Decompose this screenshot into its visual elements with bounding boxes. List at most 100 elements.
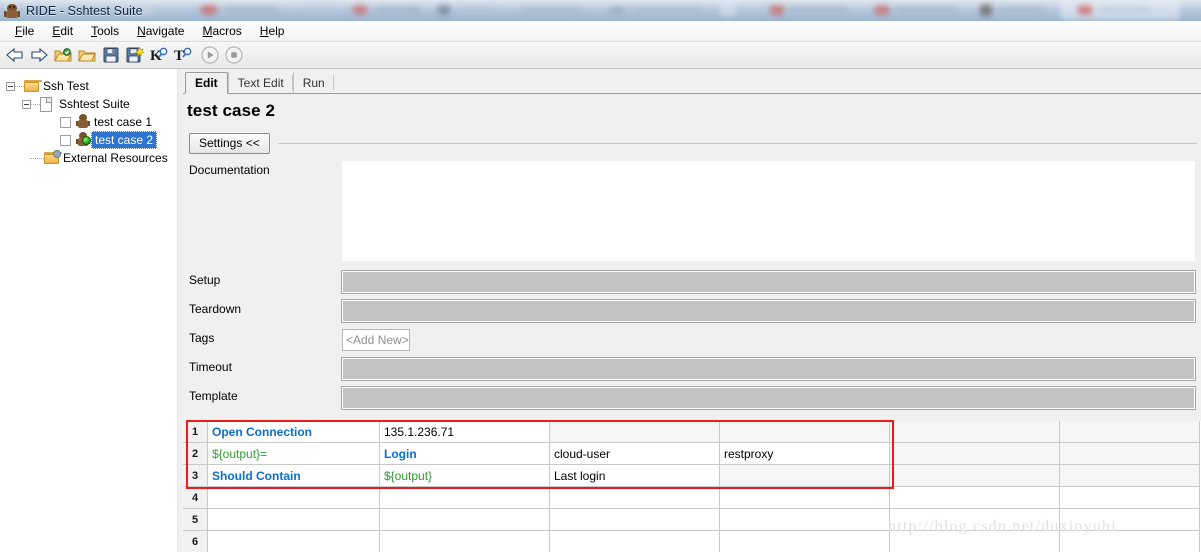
tree-item-test-case-1[interactable]: test case 1 xyxy=(0,113,177,131)
timeout-input[interactable] xyxy=(341,357,1196,381)
grid-cell[interactable] xyxy=(1060,487,1200,509)
settings-toggle-button[interactable]: Settings << xyxy=(189,132,270,154)
test-steps-grid[interactable]: 1 Open Connection 135.1.236.71 2 ${output}= L… xyxy=(183,421,1201,552)
expander-minus-icon[interactable] xyxy=(6,81,15,91)
grid-cell[interactable] xyxy=(550,509,720,531)
grid-cell[interactable] xyxy=(890,509,1060,531)
grid-cell[interactable]: Last login xyxy=(550,465,720,487)
grid-cell[interactable] xyxy=(720,465,890,487)
settings-row: Settings << xyxy=(189,132,1197,154)
grid-cell[interactable]: 135.1.236.71 xyxy=(380,421,550,443)
field-row-setup: Setup xyxy=(189,270,1197,294)
menu-item-tools[interactable]: Tools xyxy=(82,22,128,40)
expander-minus-icon[interactable] xyxy=(22,99,31,109)
grid-cell[interactable] xyxy=(890,531,1060,552)
grid-cell-text: cloud-user xyxy=(554,446,611,461)
row-number: 2 xyxy=(183,443,208,465)
grid-cell[interactable] xyxy=(550,487,720,509)
test-case-checkbox[interactable] xyxy=(60,116,71,128)
tags-add-new-input[interactable]: <Add New> xyxy=(342,329,410,351)
table-row[interactable]: 3 Should Contain ${output} Last login xyxy=(183,465,1201,487)
tree-item-ssh-test[interactable]: Ssh Test xyxy=(0,77,177,95)
grid-cell[interactable] xyxy=(208,487,380,509)
test-case-icon xyxy=(75,114,91,130)
menu-item-macros[interactable]: Macros xyxy=(193,22,250,40)
grid-cell[interactable]: cloud-user xyxy=(550,443,720,465)
pass-status-dot-icon xyxy=(82,136,91,145)
panel-splitter[interactable] xyxy=(178,69,183,552)
documentation-input[interactable] xyxy=(342,161,1195,261)
grid-cell[interactable] xyxy=(1060,443,1200,465)
field-row-documentation: Documentation xyxy=(189,161,1197,264)
grid-cell[interactable]: Login xyxy=(380,443,550,465)
grid-cell-text: Last login xyxy=(554,468,606,483)
forward-arrow-icon[interactable] xyxy=(28,44,50,66)
tree-item-test-case-2[interactable]: test case 2 xyxy=(0,131,177,149)
table-row[interactable]: 5 xyxy=(183,509,1201,531)
grid-cell[interactable] xyxy=(720,509,890,531)
menu-item-file[interactable]: File xyxy=(6,22,43,40)
template-input[interactable] xyxy=(341,386,1196,410)
save-all-icon[interactable] xyxy=(124,44,146,66)
tab-edit[interactable]: Edit xyxy=(185,72,228,94)
teardown-label: Teardown xyxy=(189,302,242,316)
grid-cell[interactable] xyxy=(380,509,550,531)
editor-tab-strip: Edit Text Edit Run xyxy=(183,72,1201,94)
tree-item-label: External Resources xyxy=(63,151,168,165)
search-keywords-icon[interactable]: K xyxy=(148,44,170,66)
tab-text-edit[interactable]: Text Edit xyxy=(227,72,293,93)
grid-cell[interactable] xyxy=(1060,531,1200,552)
grid-cell-text: ${output}= xyxy=(212,446,268,461)
stop-icon[interactable] xyxy=(223,44,245,66)
grid-cell[interactable]: ${output} xyxy=(380,465,550,487)
grid-cell[interactable] xyxy=(890,421,1060,443)
grid-cell[interactable] xyxy=(720,531,890,552)
open-folder-icon[interactable] xyxy=(76,44,98,66)
tree-item-external-resources[interactable]: External Resources xyxy=(0,149,177,167)
grid-cell[interactable] xyxy=(208,509,380,531)
setup-input[interactable] xyxy=(341,270,1196,294)
grid-cell-text: Open Connection xyxy=(212,424,312,439)
grid-cell[interactable] xyxy=(1060,509,1200,531)
table-row[interactable]: 2 ${output}= Login cloud-user restproxy xyxy=(183,443,1201,465)
tree-item-sshtest-suite[interactable]: Sshtest Suite xyxy=(0,95,177,113)
grid-cell[interactable] xyxy=(380,531,550,552)
field-row-template: Template xyxy=(189,386,1197,410)
grid-cell[interactable] xyxy=(720,487,890,509)
svg-text:T: T xyxy=(174,48,184,64)
test-case-checkbox[interactable] xyxy=(60,134,71,146)
back-arrow-icon[interactable] xyxy=(4,44,26,66)
field-row-tags: Tags <Add New> xyxy=(189,329,1197,351)
menu-item-edit[interactable]: Edit xyxy=(43,22,82,40)
test-case-running-icon xyxy=(75,132,91,148)
grid-cell[interactable] xyxy=(890,443,1060,465)
grid-cell[interactable] xyxy=(1060,421,1200,443)
open-directory-icon[interactable] xyxy=(52,44,74,66)
menu-bar: File Edit Tools Navigate Macros Help xyxy=(0,21,1201,42)
template-label: Template xyxy=(189,389,238,403)
grid-cell[interactable] xyxy=(208,531,380,552)
table-row[interactable]: 4 xyxy=(183,487,1201,509)
grid-cell[interactable] xyxy=(890,487,1060,509)
menu-item-help[interactable]: Help xyxy=(251,22,294,40)
tags-label: Tags xyxy=(189,331,215,345)
grid-cell[interactable] xyxy=(1060,465,1200,487)
title-bar: RIDE - Sshtest Suite xyxy=(0,0,1201,21)
table-row[interactable]: 1 Open Connection 135.1.236.71 xyxy=(183,421,1201,443)
save-icon[interactable] xyxy=(100,44,122,66)
grid-cell[interactable] xyxy=(550,421,720,443)
teardown-input[interactable] xyxy=(341,299,1196,323)
grid-cell[interactable] xyxy=(380,487,550,509)
menu-item-navigate[interactable]: Navigate xyxy=(128,22,193,40)
grid-cell[interactable] xyxy=(720,421,890,443)
table-row[interactable]: 6 xyxy=(183,531,1201,552)
search-tests-icon[interactable]: T xyxy=(172,44,194,66)
grid-cell[interactable] xyxy=(550,531,720,552)
grid-cell[interactable]: ${output}= xyxy=(208,443,380,465)
grid-cell[interactable]: Open Connection xyxy=(208,421,380,443)
tab-run[interactable]: Run xyxy=(292,72,334,93)
grid-cell[interactable]: restproxy xyxy=(720,443,890,465)
grid-cell[interactable] xyxy=(890,465,1060,487)
grid-cell[interactable]: Should Contain xyxy=(208,465,380,487)
run-icon[interactable] xyxy=(199,44,221,66)
